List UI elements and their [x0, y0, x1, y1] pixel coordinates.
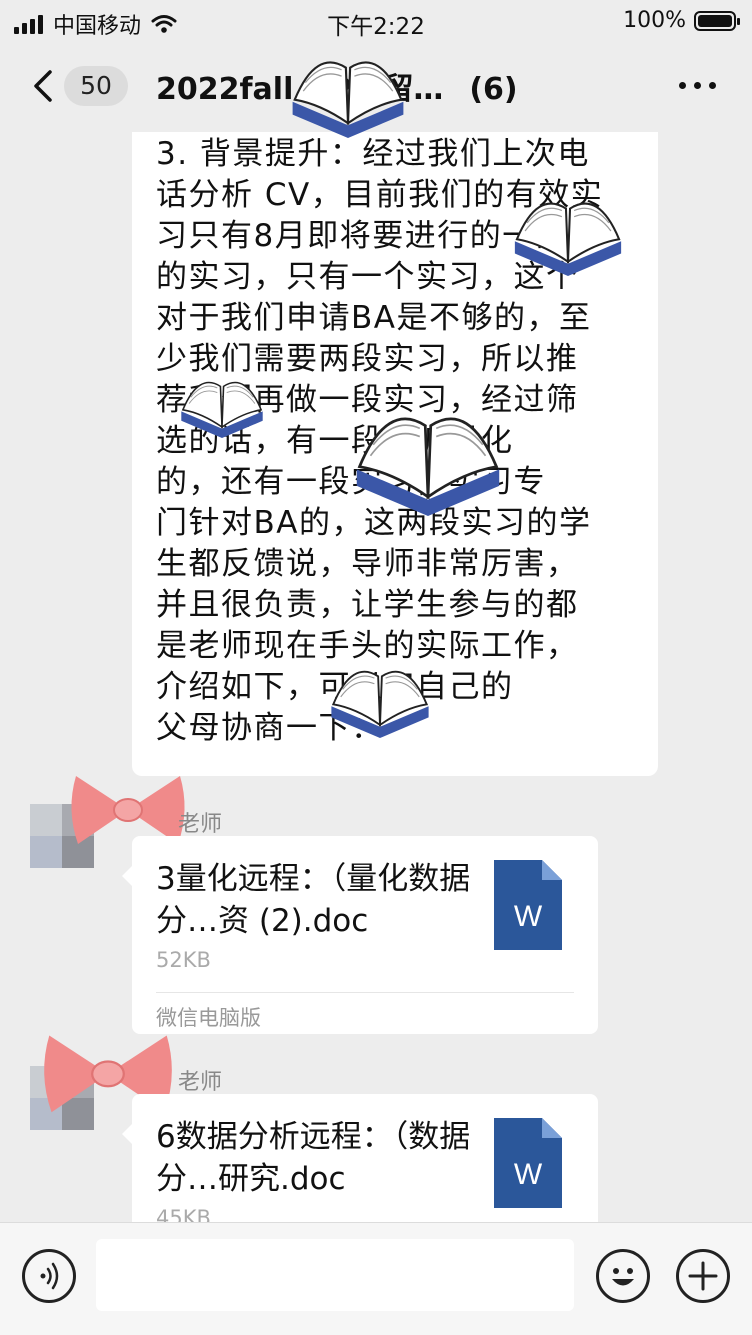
divider — [156, 992, 574, 993]
input-bar — [0, 1222, 752, 1335]
chevron-left-icon[interactable] — [28, 64, 68, 108]
book-sticker-icon — [292, 61, 404, 138]
message-input[interactable] — [96, 1239, 574, 1311]
more-dots-icon[interactable] — [679, 82, 716, 89]
emoji-icon[interactable] — [596, 1249, 650, 1303]
voice-icon[interactable] — [22, 1249, 76, 1303]
book-sticker-icon — [514, 202, 622, 276]
file-name: 6数据分析远程：（数据分…研究.doc — [156, 1119, 471, 1197]
svg-text:W: W — [514, 1158, 543, 1191]
book-sticker-icon — [331, 670, 429, 738]
book-sticker-icon — [181, 381, 263, 438]
book-sticker-icon — [356, 417, 500, 516]
sender-name: 老师 — [178, 812, 223, 837]
file-size: 45KB — [156, 1206, 211, 1222]
file-message[interactable]: 6数据分析远程：（数据分…研究.doc 45KB W — [122, 1094, 598, 1222]
battery-icon — [694, 10, 740, 31]
svg-text:W: W — [514, 900, 543, 933]
battery-percent: 100% — [623, 8, 686, 33]
battery-fill — [698, 14, 732, 27]
plus-icon[interactable] — [676, 1249, 730, 1303]
word-doc-icon: W — [494, 1118, 562, 1208]
file-size: 52KB — [156, 948, 211, 972]
file-name: 3量化远程：（量化数据分…资 (2).doc — [156, 861, 471, 939]
status-bar: 中国移动 下午2:22 100% — [0, 0, 752, 40]
file-message[interactable]: 3量化远程：（量化数据分…资 (2).doc 52KB W 微信电脑版 — [122, 836, 598, 1034]
unread-count-badge[interactable]: 50 — [64, 66, 128, 106]
word-doc-icon: W — [494, 860, 562, 950]
sender-name: 老师 — [178, 1070, 223, 1095]
member-count: (6) — [469, 72, 518, 107]
